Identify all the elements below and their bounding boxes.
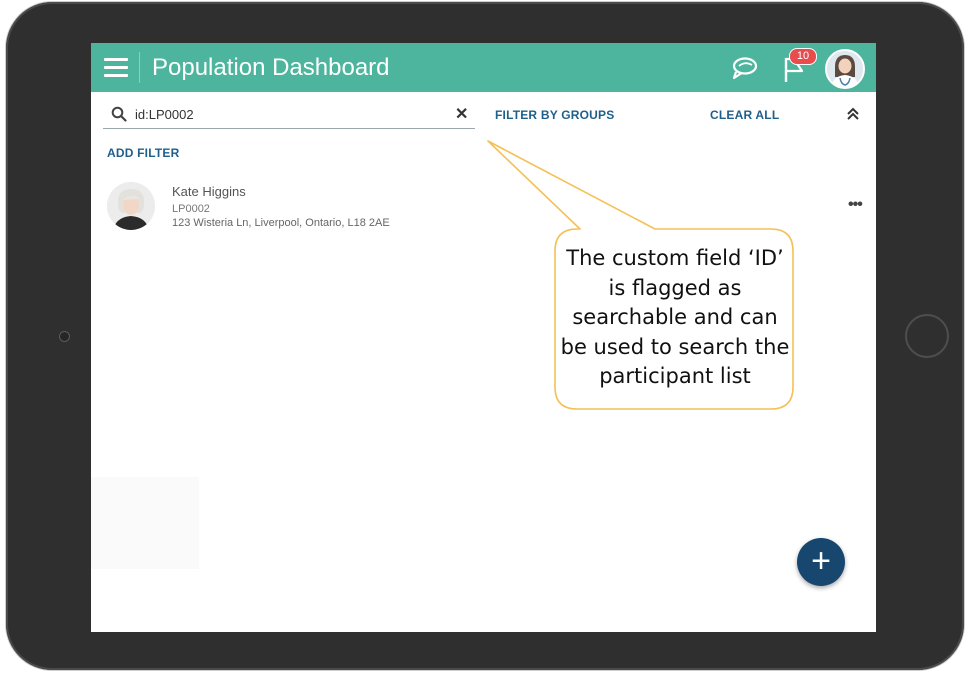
add-filter-button[interactable]: ADD FILTER [107,146,179,160]
search-bar: ✕ [103,101,475,129]
appbar-divider [139,52,140,83]
participant-address: 123 Wisteria Ln, Liverpool, Ontario, L18… [172,217,390,229]
chat-bubbles-icon[interactable] [730,55,760,81]
clear-all-button[interactable]: CLEAR ALL [710,108,779,122]
search-input[interactable] [135,104,435,124]
double-chevron-up-icon[interactable] [844,106,862,122]
background-panel [91,477,199,569]
add-participant-button[interactable]: + [797,538,845,586]
participant-name: Kate Higgins [172,184,246,199]
more-options-icon[interactable]: ••• [848,196,863,214]
close-icon[interactable]: ✕ [455,104,468,124]
user-avatar[interactable] [825,49,865,89]
hamburger-menu-icon[interactable] [104,58,128,77]
filter-by-groups-button[interactable]: FILTER BY GROUPS [495,108,614,122]
participant-id: LP0002 [172,203,210,215]
callout-text: The custom field ‘ID’ is flagged as sear… [560,246,790,389]
participant-avatar [107,182,155,230]
home-button[interactable] [905,314,949,358]
app-bar: Population Dashboard 10 [91,43,876,92]
camera-dot [59,331,70,342]
search-icon [111,106,127,122]
notification-badge: 10 [789,48,817,65]
page-title: Population Dashboard [152,54,390,81]
